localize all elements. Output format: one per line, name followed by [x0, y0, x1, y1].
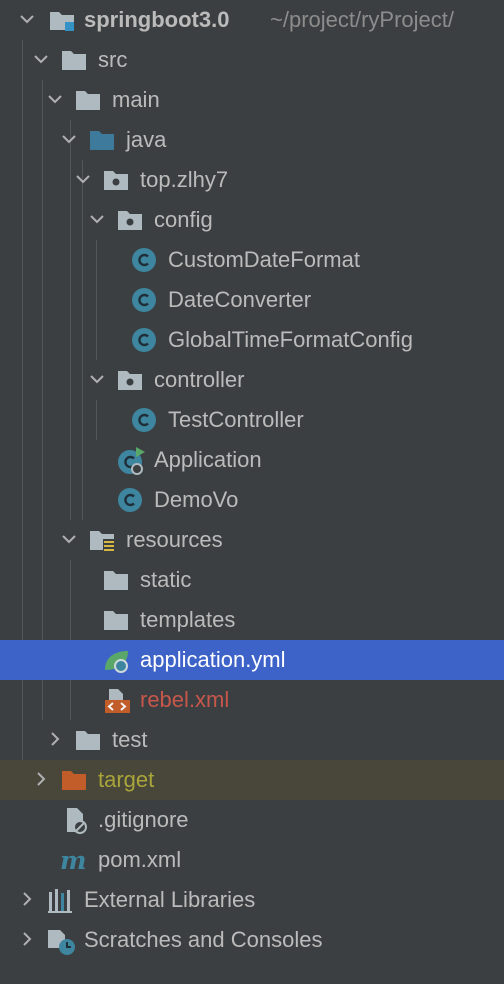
tree-item-test[interactable]: test [0, 720, 504, 760]
tree-item-pom[interactable]: m pom.xml [0, 840, 504, 880]
tree-item-label: test [112, 727, 148, 752]
chevron-down-icon[interactable] [46, 80, 66, 120]
tree-item-label: .gitignore [98, 807, 189, 832]
class-icon [130, 400, 158, 440]
tree-item-class[interactable]: DemoVo [0, 480, 504, 520]
tree-item-controller[interactable]: controller [0, 360, 504, 400]
class-icon [130, 280, 158, 320]
tree-item-application[interactable]: Application [0, 440, 504, 480]
tree-item-config[interactable]: config [0, 200, 504, 240]
resources-folder-icon [88, 520, 116, 560]
tree-item-label: target [98, 767, 155, 792]
tree-item-label: TestController [168, 407, 304, 432]
project-path: ~/project/ryProject/ [270, 7, 455, 32]
folder-icon [60, 40, 88, 80]
excluded-folder-icon [60, 760, 88, 800]
tree-item-label: config [154, 207, 213, 232]
folder-icon [102, 560, 130, 600]
tree-item-label: controller [154, 367, 245, 392]
chevron-down-icon[interactable] [74, 160, 94, 200]
tree-item-class[interactable]: CustomDateFormat [0, 240, 504, 280]
scratches-icon [46, 920, 75, 960]
module-folder-icon [48, 0, 76, 40]
ignore-file-icon [62, 800, 90, 840]
tree-item-project-root[interactable]: springboot3.0 ~/project/ryProject/ [0, 0, 504, 40]
package-icon [116, 360, 144, 400]
class-icon [130, 320, 158, 360]
tree-item-label: top.zlhy7 [140, 167, 229, 192]
tree-item-label: CustomDateFormat [168, 247, 360, 272]
spring-boot-application-icon [116, 440, 145, 480]
tree-item-label: Scratches and Consoles [84, 927, 323, 952]
tree-item-application-yml[interactable]: application.yml [0, 640, 504, 680]
tree-item-label: DemoVo [154, 487, 239, 512]
tree-item-target[interactable]: target [0, 760, 504, 800]
source-folder-icon [88, 120, 116, 160]
tree-item-label: External Libraries [84, 887, 256, 912]
tree-item-label: static [140, 567, 192, 592]
tree-item-label: src [98, 47, 128, 72]
project-name: springboot3.0 [84, 7, 230, 32]
tree-item-rebel-xml[interactable]: rebel.xml [0, 680, 504, 720]
tree-item-label: resources [126, 527, 223, 552]
tree-item-label: pom.xml [98, 847, 182, 872]
tree-item-class[interactable]: GlobalTimeFormatConfig [0, 320, 504, 360]
chevron-right-icon[interactable] [18, 920, 38, 960]
chevron-right-icon[interactable] [32, 760, 52, 800]
folder-icon [74, 80, 102, 120]
class-icon [116, 480, 144, 520]
tree-item-static[interactable]: static [0, 560, 504, 600]
chevron-down-icon[interactable] [88, 200, 108, 240]
tree-item-package[interactable]: top.zlhy7 [0, 160, 504, 200]
tree-item-label: application.yml [140, 647, 286, 672]
folder-icon [102, 600, 130, 640]
svg-text:m: m [60, 846, 86, 875]
libraries-icon [46, 880, 74, 920]
spring-yaml-icon [102, 640, 130, 680]
tree-item-gitignore[interactable]: .gitignore [0, 800, 504, 840]
tree-item-java[interactable]: java [0, 120, 504, 160]
tree-item-resources[interactable]: resources [0, 520, 504, 560]
chevron-down-icon[interactable] [18, 0, 38, 40]
chevron-right-icon[interactable] [18, 880, 38, 920]
tree-item-main[interactable]: main [0, 80, 504, 120]
tree-item-label: DateConverter [168, 287, 312, 312]
chevron-down-icon[interactable] [88, 360, 108, 400]
tree-item-scratches[interactable]: Scratches and Consoles [0, 920, 504, 960]
maven-icon: m [60, 840, 88, 880]
tree-item-label: templates [140, 607, 236, 632]
chevron-down-icon[interactable] [60, 520, 80, 560]
chevron-down-icon[interactable] [32, 40, 52, 80]
tree-item-label: Application [154, 447, 262, 472]
tree-item-templates[interactable]: templates [0, 600, 504, 640]
package-icon [116, 200, 144, 240]
project-tree: springboot3.0 ~/project/ryProject/ src m… [0, 0, 504, 960]
tree-item-class[interactable]: TestController [0, 400, 504, 440]
tree-item-label: main [112, 87, 160, 112]
tree-item-label: rebel.xml [140, 687, 230, 712]
tree-item-src[interactable]: src [0, 40, 504, 80]
chevron-right-icon[interactable] [46, 720, 66, 760]
tree-item-class[interactable]: DateConverter [0, 280, 504, 320]
xml-file-icon [102, 680, 130, 720]
tree-item-label: java [126, 127, 167, 152]
tree-item-label: GlobalTimeFormatConfig [168, 327, 413, 352]
class-icon [130, 240, 158, 280]
chevron-down-icon[interactable] [60, 120, 80, 160]
package-icon [102, 160, 130, 200]
folder-icon [74, 720, 102, 760]
tree-item-external-libraries[interactable]: External Libraries [0, 880, 504, 920]
